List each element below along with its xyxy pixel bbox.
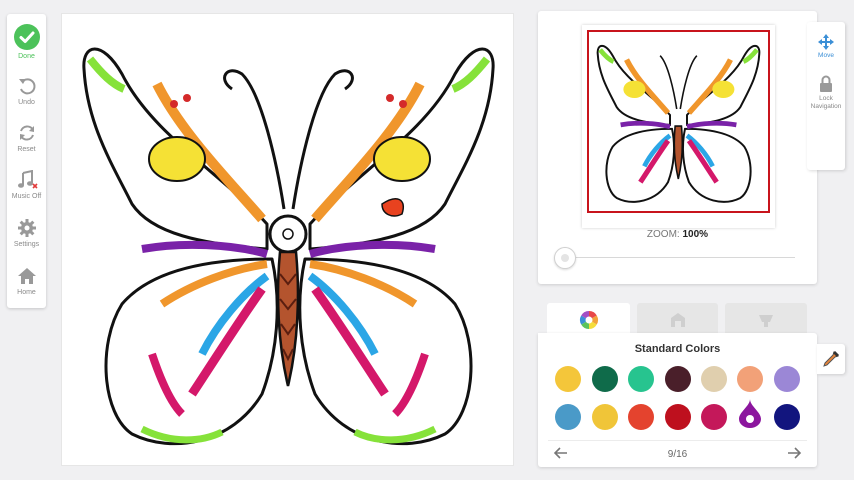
zoom-slider-track[interactable] <box>558 257 795 258</box>
bucket-icon <box>759 315 773 327</box>
reset-label: Reset <box>17 146 36 153</box>
home-button[interactable]: Home <box>7 266 46 296</box>
home-icon <box>17 268 36 284</box>
reset-icon <box>19 125 34 141</box>
undo-icon <box>18 78 35 95</box>
color-swatch[interactable] <box>555 404 581 430</box>
move-label: Move <box>818 52 834 59</box>
preview-thumbnail[interactable] <box>582 25 775 228</box>
lock-navigation-button[interactable]: Lock Navigation <box>807 75 845 111</box>
pager-divider <box>548 440 807 441</box>
gear-icon <box>17 219 36 237</box>
color-swatch[interactable] <box>665 404 691 430</box>
color-swatch[interactable] <box>774 366 800 392</box>
home-label: Home <box>17 289 36 296</box>
color-wheel-icon <box>579 311 598 329</box>
music-toggle[interactable]: Music Off <box>7 170 46 200</box>
undo-label: Undo <box>18 99 35 106</box>
color-swatch[interactable] <box>774 404 800 430</box>
palette-title: Standard Colors <box>634 343 721 355</box>
settings-label: Settings <box>13 241 40 248</box>
next-page-arrow-icon[interactable] <box>786 445 802 461</box>
music-label: Music Off <box>11 193 42 200</box>
checkmark-icon <box>13 24 40 50</box>
eyedropper-button[interactable] <box>817 344 845 374</box>
color-swatch[interactable] <box>592 404 618 430</box>
done-label: Done <box>18 53 35 60</box>
coloring-canvas[interactable] <box>61 13 514 466</box>
settings-button[interactable]: Settings <box>7 218 46 248</box>
zoom-label: ZOOM: <box>646 229 680 240</box>
zoom-value: 100% <box>682 229 709 240</box>
color-swatch[interactable] <box>592 366 618 392</box>
color-swatch[interactable] <box>701 366 727 392</box>
move-arrows-icon <box>818 34 834 50</box>
tab-palette[interactable] <box>547 303 630 335</box>
preview-panel: ZOOM: 100% <box>538 11 817 284</box>
lock-label-line2: Navigation <box>810 102 842 110</box>
music-off-icon <box>17 170 38 189</box>
move-button[interactable]: Move <box>807 34 845 60</box>
done-button[interactable]: Done <box>7 24 46 60</box>
tab-textures[interactable] <box>637 303 718 335</box>
zoom-readout: ZOOM: 100% <box>538 229 817 240</box>
colors-panel: Standard Colors 9/16 <box>538 333 817 467</box>
color-swatch[interactable] <box>628 366 654 392</box>
texture-icon <box>670 313 685 327</box>
color-swatch[interactable] <box>628 404 654 430</box>
color-swatch[interactable] <box>665 366 691 392</box>
color-swatch[interactable] <box>737 366 763 392</box>
zoom-slider-knob[interactable] <box>554 247 576 269</box>
page-indicator: 9/16 <box>667 449 688 460</box>
lock-icon <box>820 75 832 92</box>
butterfly-thumbnail <box>596 44 761 203</box>
lock-label-line1: Lock <box>819 95 833 102</box>
color-swatch[interactable] <box>555 366 581 392</box>
color-swatch-selected[interactable] <box>737 399 763 430</box>
reset-button[interactable]: Reset <box>7 123 46 153</box>
tab-fill[interactable] <box>725 303 807 335</box>
left-toolbar: Done Undo Reset Music Off Settings Home <box>7 14 46 308</box>
navigation-box: Move Lock Navigation <box>807 22 845 170</box>
color-swatch[interactable] <box>701 404 727 430</box>
undo-button[interactable]: Undo <box>7 76 46 106</box>
butterfly-illustration <box>82 47 495 446</box>
viewport-frame[interactable] <box>587 30 770 213</box>
eyedropper-icon <box>823 350 840 367</box>
